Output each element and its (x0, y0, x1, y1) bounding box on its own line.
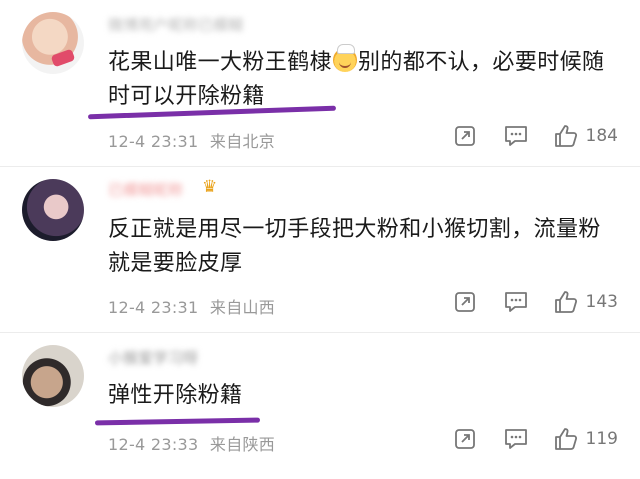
comment-meta: 12-4 23:33 来自陕西 (108, 431, 275, 455)
like-icon (554, 428, 577, 450)
comment-text-part: 花果山唯一大粉王鹤棣 (108, 50, 333, 75)
comment-button[interactable] (504, 125, 528, 147)
comment-meta: 12-4 23:31 来自山西 (108, 294, 275, 318)
share-button[interactable] (454, 291, 476, 313)
comment-button[interactable] (504, 428, 528, 450)
comment-actions: 184 (428, 124, 618, 148)
like-count: 143 (585, 292, 618, 312)
share-icon (454, 126, 475, 146)
comment-icon (504, 292, 527, 312)
like-icon (554, 125, 577, 147)
like-count: 184 (585, 126, 618, 146)
comment-icon (504, 429, 527, 449)
location: 来自山西 (209, 298, 276, 317)
like-count: 119 (585, 429, 618, 449)
like-button[interactable]: 119 (554, 427, 618, 451)
timestamp: 12-4 23:33 (108, 435, 199, 454)
share-icon (454, 429, 475, 449)
like-button[interactable]: 184 (554, 124, 618, 148)
avatar[interactable] (22, 345, 84, 407)
timestamp: 12-4 23:31 (108, 132, 199, 151)
avatar[interactable] (22, 12, 84, 74)
comment-text: 反正就是用尽一切手段把大粉和小猴切割，流量粉就是要脸皮厚 (108, 217, 601, 276)
comment-icon (504, 126, 527, 146)
share-button[interactable] (454, 125, 476, 147)
comment-actions: 143 (428, 290, 618, 314)
comment-item: 微博用户昵称已模糊 花果山唯一大粉王鹤棣 别的都不认，必要时候随时可以开除粉籍 1… (0, 0, 640, 165)
highlight-underline (94, 417, 261, 426)
comment-meta: 12-4 23:31 来自北京 (108, 128, 275, 152)
avatar[interactable] (22, 179, 84, 241)
share-button[interactable] (454, 428, 476, 450)
username[interactable]: 已模糊昵称 (108, 179, 183, 199)
smiling-face-with-chef-hat-icon (333, 44, 358, 72)
comment-item: 已模糊昵称 ♛ 反正就是用尽一切手段把大粉和小猴切割，流量粉就是要脸皮厚 12-… (0, 167, 640, 332)
location: 来自北京 (209, 132, 276, 151)
comment-actions: 119 (428, 427, 618, 451)
like-button[interactable]: 143 (554, 290, 618, 314)
comment-item: 小猴爱学习呀 弹性开除粉籍 12-4 23:33 来自陕西 119 (0, 333, 640, 479)
like-icon (554, 291, 577, 313)
comment-text: 弹性开除粉籍 (108, 383, 243, 408)
username[interactable]: 微博用户昵称已模糊 (108, 14, 243, 34)
comment-button[interactable] (504, 291, 528, 313)
comment-text: 花果山唯一大粉王鹤棣 别的都不认，必要时候随时可以开除粉籍 (108, 44, 618, 114)
crown-icon: ♛ (202, 177, 218, 197)
share-icon (454, 292, 475, 312)
username[interactable]: 小猴爱学习呀 (108, 347, 198, 367)
timestamp: 12-4 23:31 (108, 298, 199, 317)
location: 来自陕西 (209, 435, 276, 454)
